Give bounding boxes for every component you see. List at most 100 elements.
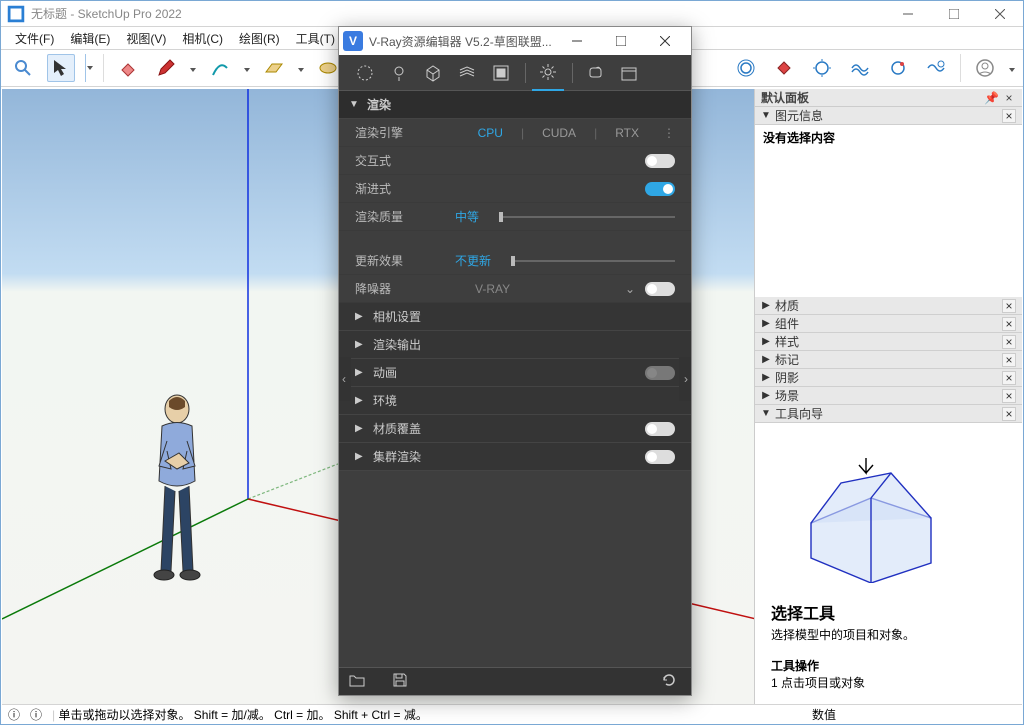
profile-dropdown[interactable] [1009,61,1015,75]
vray-section-render[interactable]: ▼渲染 [339,91,691,119]
vray-expand-left[interactable]: ‹ [339,357,351,401]
quality-value: 中等 [455,208,479,225]
vray-asset-editor[interactable]: V V-Ray资源编辑器 V5.2-草图联盟... ‹ › ▼渲染 渲染引擎 C… [338,26,692,696]
vray-sub-environment[interactable]: ▶环境 [339,387,691,415]
vray-sub-animation[interactable]: ▶动画 [339,359,691,387]
menu-view[interactable]: 视图(V) [118,28,174,49]
vray-footer [339,667,691,695]
vray-title-bar[interactable]: V V-Ray资源编辑器 V5.2-草图联盟... [339,27,691,55]
section-materials[interactable]: ▶材质× [755,297,1022,315]
engine-more-icon[interactable]: ⋮ [663,126,675,140]
window-title: 无标题 - SketchUp Pro 2022 [31,5,182,22]
vray-maximize-button[interactable] [599,27,643,55]
vray-tab-render-icon[interactable] [579,55,611,91]
status-bar: ⓘ ⓘ | 单击或拖动以选择对象。 Shift = 加/减。 Ctrl = 加。… [2,704,1022,724]
info-icon[interactable]: ⓘ [8,706,24,723]
entity-info-close[interactable]: × [1002,109,1016,123]
section-shadows[interactable]: ▶阴影× [755,369,1022,387]
toggle-override[interactable] [645,422,675,436]
vray-reset-icon[interactable] [661,672,681,691]
toggle-animation[interactable] [645,366,675,380]
vray-tab-render-elements-icon[interactable] [485,55,517,91]
select-dropdown[interactable] [85,54,93,82]
toggle-progressive[interactable] [645,182,675,196]
vray-icon-c[interactable] [808,54,836,82]
vray-row-engine: 渲染引擎 CPU| CUDA| RTX ⋮ [339,119,691,147]
vray-row-denoiser: 降噪器 V-RAY ⌄ [339,275,691,303]
vray-expand-right[interactable]: › [679,357,691,401]
select-tool-button[interactable] [47,54,75,82]
menu-edit[interactable]: 编辑(E) [62,28,118,49]
vray-tab-framebuffer-icon[interactable] [613,55,645,91]
engine-cpu[interactable]: CPU [470,126,511,140]
toggle-interactive[interactable] [645,154,675,168]
vray-sub-swarm[interactable]: ▶集群渲染 [339,443,691,471]
menu-file[interactable]: 文件(F) [7,28,62,49]
pencil-icon[interactable] [152,54,180,82]
title-bar: 无标题 - SketchUp Pro 2022 [1,1,1023,27]
engine-cuda[interactable]: CUDA [534,126,584,140]
denoiser-dropdown-icon[interactable]: ⌄ [625,282,635,296]
vray-icon-f[interactable] [922,54,950,82]
section-tags[interactable]: ▶标记× [755,351,1022,369]
menu-tools[interactable]: 工具(T) [288,28,343,49]
vray-sub-output[interactable]: ▶渲染输出 [339,331,691,359]
toggle-swarm[interactable] [645,450,675,464]
vray-tab-lights-icon[interactable] [383,55,415,91]
engine-rtx[interactable]: RTX [607,126,647,140]
vray-tab-materials-icon[interactable] [349,55,381,91]
arc-dropdown[interactable] [244,61,250,75]
scale-figure [137,391,217,591]
tray-title-label: 默认面板 [761,89,809,106]
vray-tab-geometry-icon[interactable] [417,55,449,91]
section-components[interactable]: ▶组件× [755,315,1022,333]
default-tray: 默认面板 📌 × ▼图元信息 × 没有选择内容 ▶材质× ▶组件× ▶样式× ▶… [754,89,1022,704]
tray-title: 默认面板 📌 × [755,89,1022,107]
pin-icon[interactable]: 📌 [984,91,998,105]
update-slider[interactable] [511,260,675,262]
instructor-body: 选择工具 选择模型中的项目和对象。 工具操作 1 点击项目或对象 [755,423,1022,711]
vray-row-interactive: 交互式 [339,147,691,175]
help-icon[interactable]: ⓘ [30,706,46,723]
menu-camera[interactable]: 相机(C) [174,28,231,49]
instructor-ops: 工具操作 [771,657,1006,674]
arc-icon[interactable] [206,54,234,82]
entity-info-body: 没有选择内容 [755,125,1022,297]
minimize-button[interactable] [885,1,931,27]
vray-minimize-button[interactable] [555,27,599,55]
quality-slider[interactable] [499,216,675,218]
vray-sub-camera[interactable]: ▶相机设置 [339,303,691,331]
tray-close-icon[interactable]: × [1002,91,1016,105]
eraser-icon[interactable] [114,54,142,82]
section-scenes[interactable]: ▶场景× [755,387,1022,405]
profile-icon[interactable] [971,54,999,82]
maximize-button[interactable] [931,1,977,27]
vray-sub-material-override[interactable]: ▶材质覆盖 [339,415,691,443]
vray-icon-a[interactable] [732,54,760,82]
menu-draw[interactable]: 绘图(R) [231,28,288,49]
status-value-label: 数值 [812,706,836,723]
section-instructor[interactable]: ▼工具向导× [755,405,1022,423]
search-icon[interactable] [9,54,37,82]
vray-tabs [339,55,691,91]
vray-icon-d[interactable] [846,54,874,82]
vray-folder-icon[interactable] [349,673,369,690]
vray-close-button[interactable] [643,27,687,55]
vray-icon-b[interactable] [770,54,798,82]
rectangle-icon[interactable] [260,54,288,82]
denoiser-value: V-RAY [475,282,510,296]
entity-info-text: 没有选择内容 [763,131,835,145]
pencil-dropdown[interactable] [190,61,196,75]
section-styles[interactable]: ▶样式× [755,333,1022,351]
rect-dropdown[interactable] [298,61,304,75]
update-value: 不更新 [455,252,491,269]
entity-info-head[interactable]: ▼图元信息 × [755,107,1022,125]
vray-tab-textures-icon[interactable] [451,55,483,91]
vray-tab-settings-icon[interactable] [532,55,564,91]
vray-save-icon[interactable] [393,673,413,690]
instructor-op1: 1 点击项目或对象 [771,674,1006,691]
toggle-denoiser[interactable] [645,282,675,296]
vray-title-text: V-Ray资源编辑器 V5.2-草图联盟... [369,33,552,50]
close-button[interactable] [977,1,1023,27]
vray-icon-e[interactable] [884,54,912,82]
